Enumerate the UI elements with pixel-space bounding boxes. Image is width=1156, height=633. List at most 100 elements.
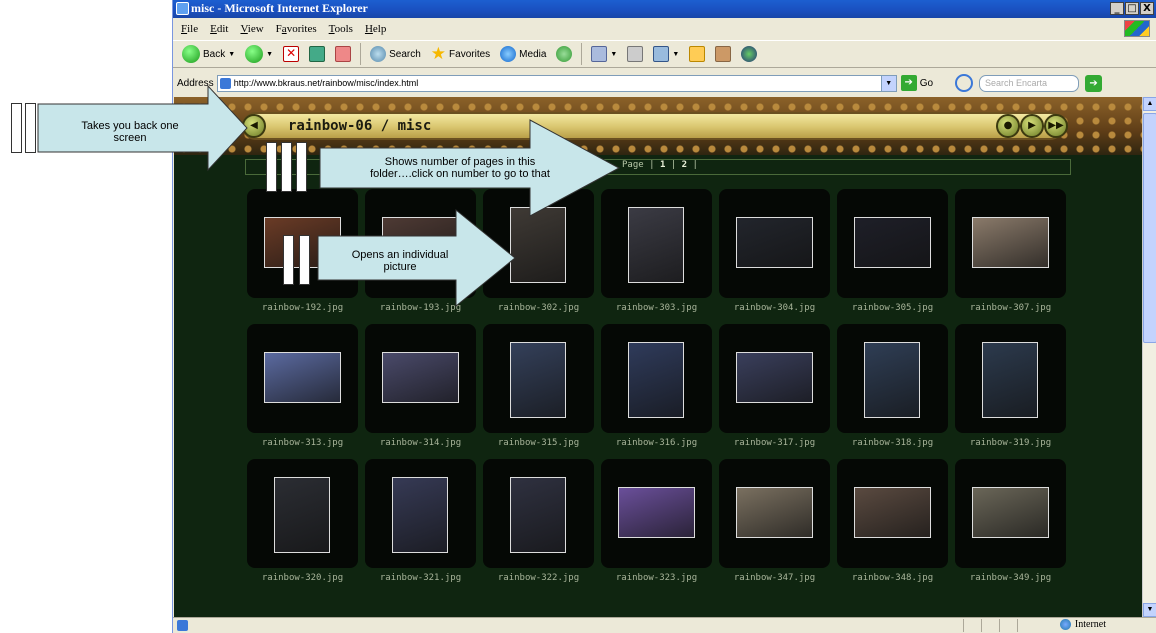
encarta-search-input[interactable]: Search Encarta [979, 74, 1080, 92]
thumbnail-image[interactable] [736, 352, 813, 403]
thumbnail-frame[interactable] [483, 459, 594, 568]
thumbnail-image[interactable] [274, 477, 330, 553]
menu-view[interactable]: View [234, 23, 269, 35]
thumbnail-frame[interactable] [247, 459, 358, 568]
thumbnail-filename[interactable]: rainbow-307.jpg [955, 303, 1066, 313]
folder-button[interactable] [686, 45, 708, 63]
thumbnail-item[interactable]: rainbow-313.jpg [247, 324, 358, 451]
search-button[interactable]: Search [367, 45, 424, 63]
thumbnail-image[interactable] [972, 487, 1049, 538]
thumbnail-image[interactable] [736, 217, 813, 268]
thumbnail-filename[interactable]: rainbow-314.jpg [365, 438, 476, 448]
thumbnail-frame[interactable] [837, 324, 948, 433]
thumbnail-frame[interactable] [365, 324, 476, 433]
thumbnail-image[interactable] [854, 487, 931, 538]
thumbnail-frame[interactable] [837, 459, 948, 568]
thumbnail-image[interactable] [628, 342, 684, 418]
thumbnail-filename[interactable]: rainbow-318.jpg [837, 438, 948, 448]
thumbnail-image[interactable] [854, 217, 931, 268]
address-dropdown-button[interactable]: ▼ [880, 75, 896, 91]
menu-help[interactable]: Help [359, 23, 392, 35]
thumbnail-item[interactable]: rainbow-348.jpg [837, 459, 948, 586]
thumbnail-frame[interactable] [955, 459, 1066, 568]
menu-tools[interactable]: Tools [323, 23, 359, 35]
thumbnail-item[interactable]: rainbow-320.jpg [247, 459, 358, 586]
thumbnail-filename[interactable]: rainbow-313.jpg [247, 438, 358, 448]
thumbnail-frame[interactable] [365, 459, 476, 568]
thumbnail-item[interactable]: rainbow-315.jpg [483, 324, 594, 451]
thumbnail-image[interactable] [392, 477, 448, 553]
go-button[interactable]: ➔ Go [900, 75, 933, 91]
thumbnail-image[interactable] [628, 207, 684, 283]
menu-edit[interactable]: Edit [204, 23, 234, 35]
gallery-stop-button[interactable]: ● [996, 114, 1020, 138]
close-button[interactable]: X [1140, 2, 1154, 15]
thumbnail-item[interactable]: rainbow-314.jpg [365, 324, 476, 451]
scroll-down-button[interactable]: ▼ [1143, 603, 1156, 617]
thumbnail-frame[interactable] [719, 324, 830, 433]
mail-button[interactable]: ▼ [588, 45, 620, 63]
thumbnail-image[interactable] [736, 487, 813, 538]
thumbnail-image[interactable] [510, 207, 566, 283]
thumbnail-image[interactable] [864, 342, 920, 418]
thumbnail-frame[interactable] [719, 459, 830, 568]
thumbnail-item[interactable]: rainbow-322.jpg [483, 459, 594, 586]
media-button[interactable]: Media [497, 45, 549, 63]
thumbnail-image[interactable] [618, 487, 695, 538]
scroll-thumb[interactable] [1143, 113, 1156, 343]
thumbnail-frame[interactable] [955, 324, 1066, 433]
thumbnail-frame[interactable] [837, 189, 948, 298]
thumbnail-image[interactable] [510, 477, 566, 553]
thumbnail-filename[interactable]: rainbow-320.jpg [247, 573, 358, 583]
stop-button[interactable] [280, 45, 302, 63]
thumbnail-item[interactable]: rainbow-347.jpg [719, 459, 830, 586]
encarta-go-button[interactable]: ➔ [1085, 74, 1103, 92]
thumbnail-filename[interactable]: rainbow-348.jpg [837, 573, 948, 583]
thumbnail-frame[interactable] [601, 324, 712, 433]
scroll-up-button[interactable]: ▲ [1143, 97, 1156, 111]
thumbnail-image[interactable] [972, 217, 1049, 268]
thumbnail-filename[interactable]: rainbow-304.jpg [719, 303, 830, 313]
back-button[interactable]: Back ▼ [179, 44, 238, 64]
page-link-2[interactable]: 2 [682, 160, 687, 170]
edit-button[interactable]: ▼ [650, 45, 682, 63]
thumbnail-image[interactable] [382, 352, 459, 403]
forward-button[interactable]: ▼ [242, 44, 276, 64]
thumbnail-item[interactable]: rainbow-349.jpg [955, 459, 1066, 586]
thumbnail-item[interactable]: rainbow-304.jpg [719, 189, 830, 316]
page-link-1[interactable]: 1 [660, 160, 665, 170]
thumbnail-item[interactable]: rainbow-316.jpg [601, 324, 712, 451]
thumbnail-filename[interactable]: rainbow-303.jpg [601, 303, 712, 313]
history-button[interactable] [553, 45, 575, 63]
thumbnail-image[interactable] [982, 342, 1038, 418]
thumbnail-filename[interactable]: rainbow-321.jpg [365, 573, 476, 583]
thumbnail-item[interactable]: rainbow-318.jpg [837, 324, 948, 451]
thumbnail-item[interactable]: rainbow-317.jpg [719, 324, 830, 451]
thumbnail-item[interactable]: rainbow-307.jpg [955, 189, 1066, 316]
favorites-button[interactable]: ★ Favorites [428, 45, 493, 63]
thumbnail-image[interactable] [264, 352, 341, 403]
thumbnail-filename[interactable]: rainbow-319.jpg [955, 438, 1066, 448]
thumbnail-item[interactable]: rainbow-323.jpg [601, 459, 712, 586]
thumbnail-filename[interactable]: rainbow-323.jpg [601, 573, 712, 583]
thumbnail-frame[interactable] [955, 189, 1066, 298]
home-button[interactable] [332, 45, 354, 63]
print-button[interactable] [624, 45, 646, 63]
thumbnail-filename[interactable]: rainbow-317.jpg [719, 438, 830, 448]
vertical-scrollbar[interactable]: ▲ ▼ [1142, 97, 1156, 617]
thumbnail-image[interactable] [510, 342, 566, 418]
thumbnail-filename[interactable]: rainbow-322.jpg [483, 573, 594, 583]
gallery-play-button[interactable]: ▶ [1020, 114, 1044, 138]
gallery-next-button[interactable]: ▶▶ [1044, 114, 1068, 138]
research-button[interactable] [712, 45, 734, 63]
thumbnail-filename[interactable]: rainbow-315.jpg [483, 438, 594, 448]
thumbnail-frame[interactable] [601, 459, 712, 568]
thumbnail-frame[interactable] [483, 324, 594, 433]
thumbnail-item[interactable]: rainbow-305.jpg [837, 189, 948, 316]
thumbnail-item[interactable]: rainbow-319.jpg [955, 324, 1066, 451]
menu-file[interactable]: File [175, 23, 204, 35]
thumbnail-filename[interactable]: rainbow-316.jpg [601, 438, 712, 448]
messenger-button[interactable] [738, 45, 760, 63]
minimize-button[interactable]: _ [1110, 2, 1124, 15]
menu-favorites[interactable]: Favorites [270, 23, 323, 35]
